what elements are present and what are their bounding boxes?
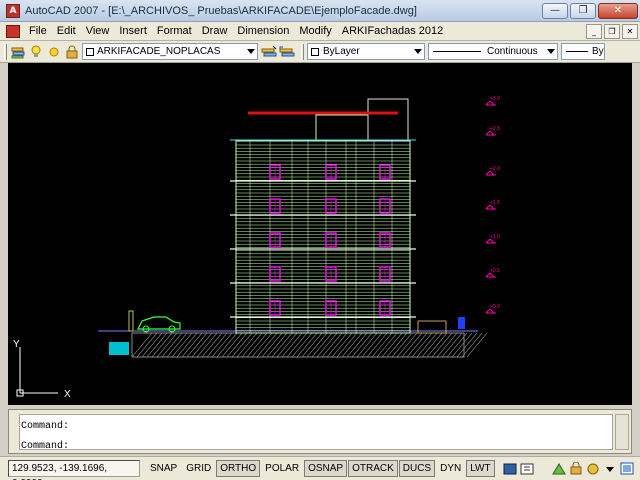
- ortho-toggle[interactable]: ORTHO: [216, 460, 261, 477]
- menu-file[interactable]: File: [24, 22, 52, 41]
- command-line-1: Command:: [21, 421, 70, 432]
- menu-arkifachadas[interactable]: ARKIFachadas 2012: [337, 22, 449, 41]
- osnap-toggle[interactable]: OSNAP: [304, 460, 348, 477]
- command-window: Command: Command:: [8, 409, 632, 454]
- menu-format[interactable]: Format: [152, 22, 197, 41]
- clean-screen-icon[interactable]: [620, 462, 634, 476]
- chevron-down-icon: [414, 49, 422, 54]
- linetype-preview: [433, 51, 481, 52]
- close-button[interactable]: ✕: [598, 2, 638, 19]
- document-window-controls: _ ❐ ✕: [586, 23, 640, 39]
- right-frame: [632, 63, 640, 405]
- chevron-down-icon: [547, 49, 555, 54]
- status-menu-arrow-icon[interactable]: [603, 462, 617, 476]
- model-space-icon[interactable]: [503, 462, 517, 476]
- lineweight-dropdown[interactable]: ByL: [561, 43, 605, 60]
- level-label: +0.0: [490, 304, 500, 310]
- coordinate-readout[interactable]: 129.9523, -139.1696, 0.0000: [8, 460, 140, 480]
- status-bar: 129.9523, -139.1696, 0.0000 SNAP GRID OR…: [0, 456, 640, 480]
- lineweight-value: ByL: [592, 46, 604, 57]
- otrack-toggle[interactable]: OTRACK: [348, 460, 398, 477]
- document-icon[interactable]: [6, 24, 20, 38]
- make-current-layer-icon[interactable]: [261, 44, 277, 60]
- menu-draw[interactable]: Draw: [197, 22, 233, 41]
- level-markers: +3.0 +2.5 +2.0 +1.5 +1.0 +0.5 +0.0: [485, 96, 500, 314]
- layer-manager-icon[interactable]: [10, 44, 26, 60]
- layer-color-swatch: [86, 47, 94, 56]
- chevron-down-icon: [247, 49, 255, 54]
- menu-edit[interactable]: Edit: [52, 22, 81, 41]
- autocad-logo-icon: A: [6, 3, 20, 18]
- car-drawing: [137, 316, 181, 333]
- layout-grid-icon[interactable]: [520, 462, 534, 476]
- snap-toggle[interactable]: SNAP: [146, 460, 181, 477]
- doc-restore-button[interactable]: ❐: [604, 23, 620, 39]
- level-label: +0.5: [490, 268, 500, 274]
- comm-center-icon[interactable]: [586, 462, 600, 476]
- doc-minimize-button[interactable]: _: [586, 23, 602, 39]
- ducs-toggle[interactable]: DUCS: [398, 460, 436, 477]
- lwt-toggle[interactable]: LWT: [466, 460, 495, 477]
- status-tray: [549, 462, 634, 476]
- menu-insert[interactable]: Insert: [114, 22, 152, 41]
- ucs-icon: [16, 347, 58, 397]
- layer-name: ARKIFACADE_NOPLACAS: [97, 46, 221, 57]
- dyn-toggle[interactable]: DYN: [436, 460, 465, 477]
- level-label: +3.0: [490, 96, 500, 102]
- lightbulb-icon[interactable]: [28, 44, 44, 60]
- level-label: +2.5: [490, 126, 500, 132]
- annotation-scale-icon[interactable]: [552, 462, 566, 476]
- window-title: AutoCAD 2007 - [E:\_ARCHIVOS_ Pruebas\AR…: [25, 4, 417, 17]
- linetype-dropdown[interactable]: Continuous: [428, 43, 558, 60]
- menu-dimension[interactable]: Dimension: [232, 22, 294, 41]
- polar-toggle[interactable]: POLAR: [261, 460, 303, 477]
- cyan-block: [109, 342, 129, 355]
- command-scrollbar[interactable]: [615, 414, 629, 450]
- lock-icon[interactable]: [64, 44, 80, 60]
- level-label: +2.0: [490, 166, 500, 172]
- restore-button[interactable]: ❐: [570, 2, 596, 19]
- grid-toggle[interactable]: GRID: [182, 460, 215, 477]
- lineweight-preview: [566, 51, 588, 52]
- minimize-button[interactable]: —: [542, 2, 568, 19]
- drawing-canvas[interactable]: +3.0 +2.5 +2.0 +1.5 +1.0 +0.5 +0.0 Y X: [8, 63, 632, 405]
- building-facade: [230, 98, 416, 334]
- menu-view[interactable]: View: [81, 22, 115, 41]
- ground-hatch: [131, 332, 488, 358]
- menu-modify[interactable]: Modify: [294, 22, 336, 41]
- color-dropdown[interactable]: ByLayer: [307, 43, 425, 60]
- autocad-window: A AutoCAD 2007 - [E:\_ARCHIVOS_ Pruebas\…: [0, 0, 640, 480]
- layers-toolbar: ARKIFACADE_NOPLACAS ByLayer Continuous B…: [0, 41, 640, 63]
- post: [128, 310, 134, 332]
- layer-dropdown[interactable]: ARKIFACADE_NOPLACAS: [82, 43, 258, 60]
- command-prompt[interactable]: Command:: [21, 441, 69, 452]
- doc-close-button[interactable]: ✕: [622, 23, 638, 39]
- blue-figure: [458, 317, 465, 329]
- status-model-icons: [500, 462, 534, 476]
- toolbar-grip[interactable]: [4, 43, 7, 60]
- ucs-y-label: Y: [13, 339, 20, 350]
- linetype-value: Continuous: [487, 46, 538, 57]
- level-label: +1.0: [490, 234, 500, 240]
- facade-drawing: +3.0 +2.5 +2.0 +1.5 +1.0 +0.5 +0.0 Y X: [13, 96, 500, 400]
- level-label: +1.5: [490, 200, 500, 206]
- lock-toolbar-icon[interactable]: [569, 462, 583, 476]
- command-history[interactable]: [19, 414, 613, 450]
- left-frame: [0, 63, 8, 405]
- sun-icon[interactable]: [46, 44, 62, 60]
- title-bar: A AutoCAD 2007 - [E:\_ARCHIVOS_ Pruebas\…: [0, 0, 640, 22]
- toolbar-grip-2[interactable]: [301, 43, 304, 60]
- color-swatch: [311, 47, 319, 56]
- ucs-x-label: X: [64, 389, 71, 400]
- layer-previous-icon[interactable]: [279, 44, 295, 60]
- color-value: ByLayer: [323, 46, 360, 57]
- menu-bar: File Edit View Insert Format Draw Dimens…: [0, 22, 640, 41]
